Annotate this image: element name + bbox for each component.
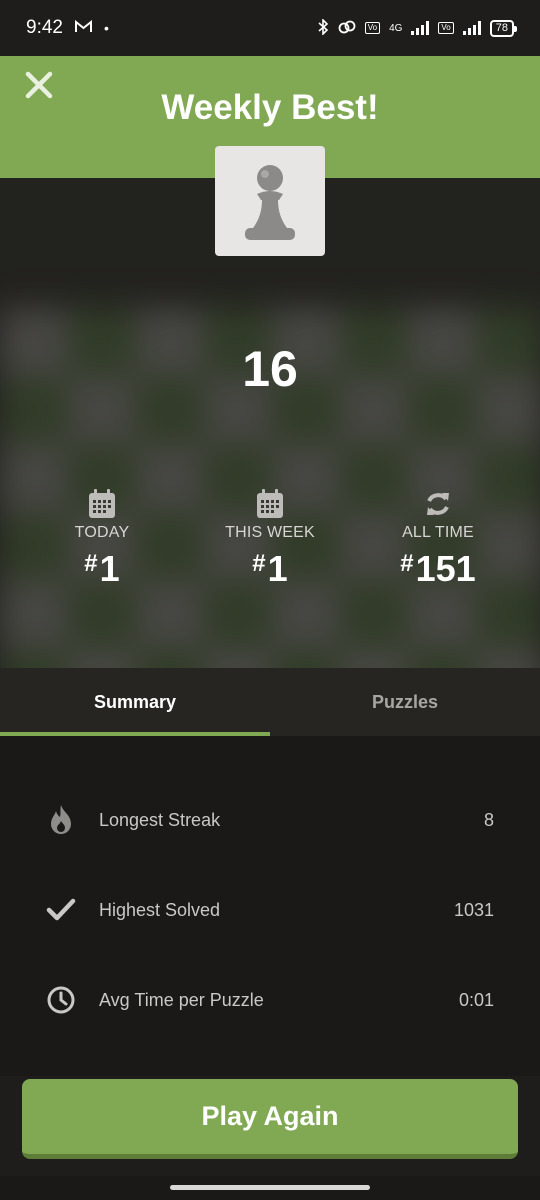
rank-today: TODAY #1 (22, 488, 182, 590)
volte-icon-2: Vo (438, 22, 454, 34)
clock-icon (47, 986, 75, 1014)
volte-icon: Vo (364, 22, 381, 34)
stat-value: 0:01 (458, 989, 494, 1010)
status-time: 9:42 (26, 17, 63, 38)
page-title: Weekly Best! (161, 88, 379, 127)
refresh-icon (427, 493, 449, 515)
bluetooth-icon (318, 17, 329, 38)
battery-icon: 78 (489, 19, 518, 37)
link-icon (338, 20, 356, 37)
battery-level: 78 (495, 21, 508, 34)
rank-summary: TODAY #1 THIS WEEK #1 ALL TIME #151 (0, 488, 540, 598)
stat-value: 1031 (453, 899, 494, 920)
summary-stats: Longest Streak 8 Highest Solved 1031 Avg… (0, 736, 540, 1076)
tab-puzzles[interactable]: Puzzles (270, 668, 540, 736)
rank-value: #1 (252, 548, 288, 589)
rank-all-time: ALL TIME #151 (358, 488, 518, 590)
stat-avg-time: Avg Time per Puzzle 0:01 (0, 970, 540, 1030)
stat-value: 8 (483, 809, 494, 830)
pawn-icon (245, 165, 295, 240)
flame-icon (51, 805, 71, 834)
network-type: 4G (389, 22, 403, 34)
rank-label: TODAY (74, 524, 130, 541)
calendar-icon (257, 489, 283, 518)
play-again-button[interactable]: Play Again (22, 1079, 518, 1159)
rank-value: #1 (84, 548, 120, 589)
checkmark-icon (46, 898, 76, 921)
signal-icon-2 (462, 21, 481, 35)
rank-label: ALL TIME (402, 524, 474, 541)
pawn-avatar (215, 146, 325, 256)
gmail-icon (74, 17, 92, 39)
home-handle[interactable] (170, 1185, 370, 1190)
navigation-bar (0, 1176, 540, 1200)
rank-value: #151 (400, 548, 476, 589)
status-bar: 9:42 • Vo 4G Vo 78 (0, 0, 540, 56)
rank-label: THIS WEEK (225, 524, 315, 541)
tab-bar: Summary Puzzles (0, 668, 540, 736)
stat-label: Highest Solved (99, 899, 221, 920)
tab-summary[interactable]: Summary (0, 668, 270, 736)
stat-highest-solved: Highest Solved 1031 (0, 880, 540, 940)
stat-label: Avg Time per Puzzle (99, 989, 264, 1010)
score-value: 16 (242, 341, 298, 397)
calendar-icon (89, 489, 115, 518)
rank-this-week: THIS WEEK #1 (190, 488, 350, 590)
signal-icon (411, 21, 430, 35)
dot-icon: • (103, 20, 109, 36)
stat-label: Longest Streak (99, 809, 221, 830)
stat-longest-streak: Longest Streak 8 (0, 790, 540, 850)
